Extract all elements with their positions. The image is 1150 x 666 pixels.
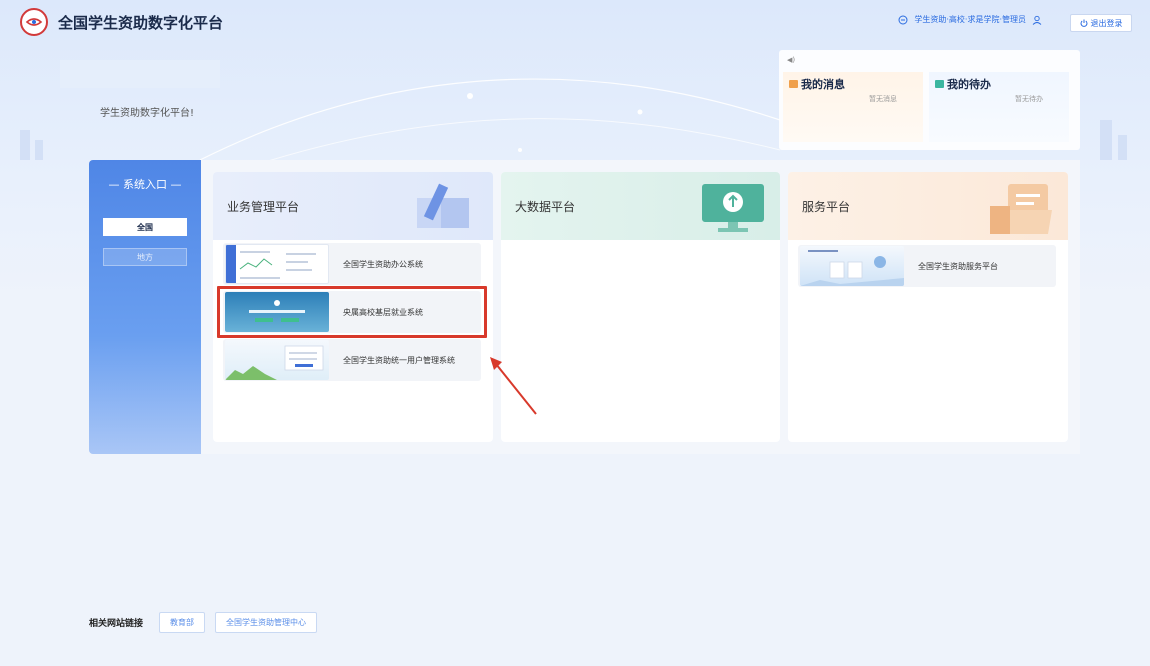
card-header: 服务平台	[788, 172, 1068, 240]
card-header: 大数据平台	[501, 172, 780, 240]
logout-button[interactable]: 退出登录	[1070, 14, 1132, 32]
footer-links: 相关网站链接 教育部 全国学生资助管理中心	[89, 612, 318, 633]
footer-label: 相关网站链接	[89, 619, 144, 629]
link-ministry-of-education[interactable]: 教育部	[159, 612, 206, 633]
system-thumbnail	[225, 340, 329, 380]
arrow-annotation-icon	[490, 357, 537, 415]
card-service-platform: 服务平台	[788, 172, 1068, 442]
my-messages-empty: 暂无消息	[869, 95, 897, 103]
link-student-aid-center[interactable]: 全国学生资助管理中心	[215, 612, 318, 633]
card-title: 服务平台	[802, 200, 851, 214]
my-messages-title: 我的消息	[801, 78, 845, 91]
my-messages-box[interactable]: 我的消息 暂无消息	[783, 72, 923, 142]
todo-icon	[935, 80, 944, 88]
message-panel: ◀) 我的消息 暂无消息 我的待办 暂无待办	[779, 50, 1080, 150]
book-pencil-icon	[417, 183, 469, 228]
bell-icon: ◀)	[787, 56, 796, 64]
sidebar-item-national[interactable]: 全国	[103, 218, 187, 236]
power-icon	[1080, 19, 1087, 27]
user-area[interactable]: 学生资助·高校·求是学院·管理员	[898, 14, 1042, 25]
user-switch-icon[interactable]	[898, 15, 908, 25]
my-todos-box[interactable]: 我的待办 暂无待办	[929, 72, 1069, 142]
user-info: 学生资助·高校·求是学院·管理员	[914, 15, 1026, 24]
cloud-monitor-icon	[702, 184, 764, 232]
sidebar-item-local[interactable]: 地方	[103, 248, 187, 266]
highlight-box	[217, 286, 487, 338]
system-item-office[interactable]: 全国学生资助办公系统	[223, 243, 481, 285]
logo-icon	[20, 8, 48, 36]
system-label: 全国学生资助办公系统	[343, 259, 423, 269]
folder-document-icon	[990, 184, 1052, 234]
system-item-user-management[interactable]: 全国学生资助统一用户管理系统	[223, 339, 481, 381]
welcome-text: 学生资助数字化平台!	[100, 108, 195, 119]
brand-title: 全国学生资助数字化平台	[58, 13, 224, 32]
system-label: 全国学生资助统一用户管理系统	[343, 355, 455, 365]
logout-label: 退出登录	[1090, 18, 1123, 28]
card-title: 业务管理平台	[227, 200, 300, 214]
my-todos-empty: 暂无待办	[1015, 95, 1043, 103]
user-icon[interactable]	[1032, 15, 1042, 25]
mail-icon	[789, 80, 798, 88]
sidebar-title: — 系统入口 —	[108, 178, 182, 191]
my-todos-title: 我的待办	[947, 78, 991, 91]
card-title: 大数据平台	[515, 200, 576, 214]
card-header: 业务管理平台	[213, 172, 493, 240]
system-entry-sidebar: — 系统入口 — 全国 地方	[89, 160, 201, 454]
system-label: 全国学生资助服务平台	[918, 261, 998, 271]
system-thumbnail	[225, 244, 329, 284]
system-thumbnail	[800, 246, 904, 286]
system-item-service[interactable]: 全国学生资助服务平台	[798, 245, 1056, 287]
